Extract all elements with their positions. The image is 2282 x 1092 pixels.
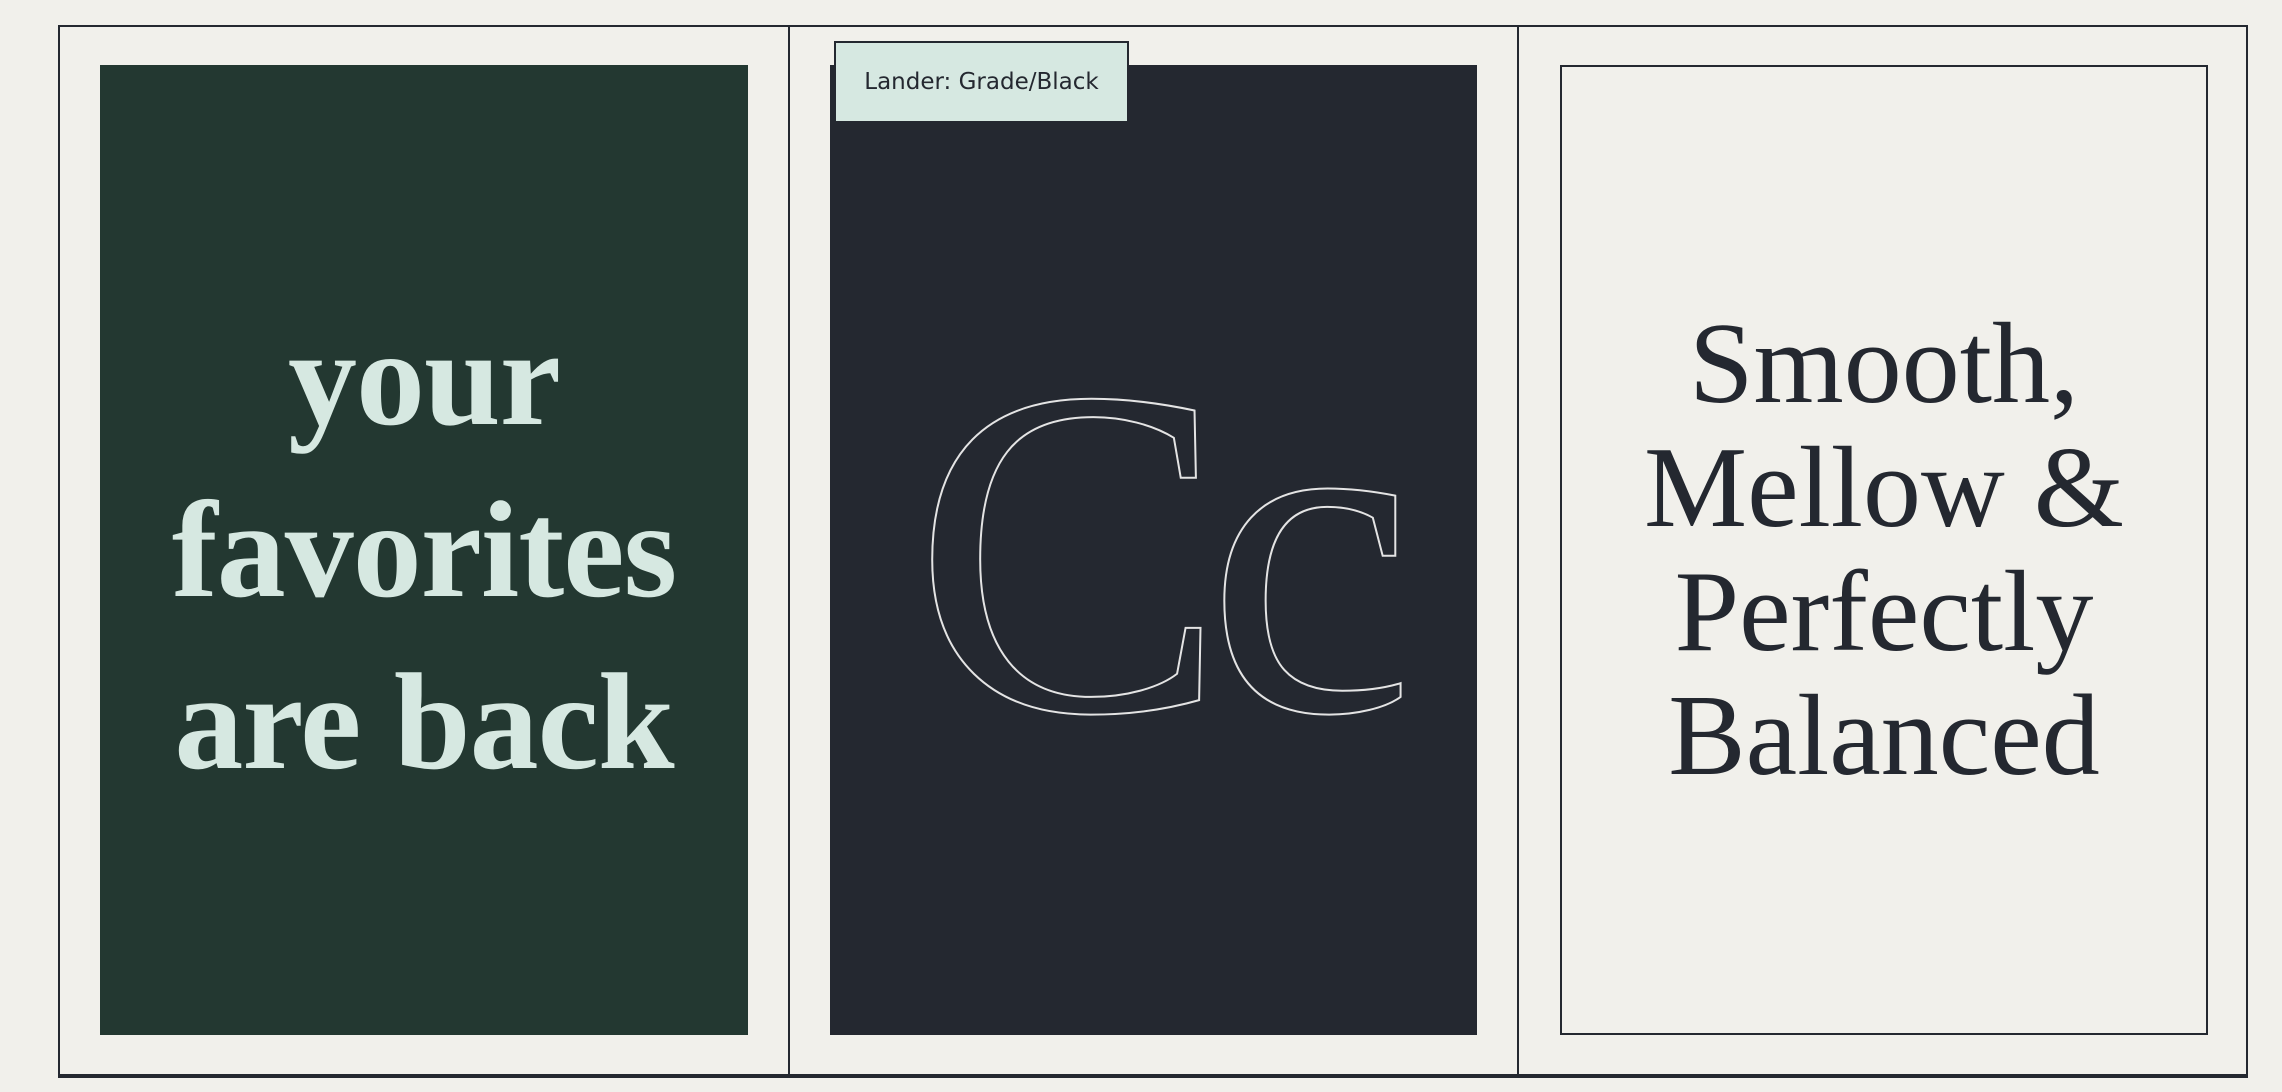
panel-favorites: your favorites are back [100, 65, 748, 1035]
headline-line: are back [174, 645, 674, 798]
glyph-cc: Cc [913, 291, 1405, 812]
glyph-outline: Cc [912, 290, 1426, 813]
headline-line: Balanced [1668, 672, 2100, 800]
column-divider [1517, 25, 1519, 1075]
headline-line: your [288, 301, 561, 454]
headline-line: Perfectly [1674, 548, 2094, 676]
headline: your favorites are back [171, 292, 677, 808]
headline-line: Mellow & [1643, 424, 2125, 552]
headline-line: Smooth, [1689, 300, 2079, 428]
panel-glyph-specimen: Cc [830, 65, 1477, 1035]
headline: Smooth, Mellow & Perfectly Balanced [1644, 302, 2124, 798]
headline-line: favorites [171, 473, 677, 626]
column-divider [788, 25, 790, 1075]
panel-smooth-mellow: Smooth, Mellow & Perfectly Balanced [1560, 65, 2208, 1035]
grid-bottom-rule [58, 1074, 2248, 1078]
font-label-tag: Lander: Grade/Black [834, 41, 1129, 121]
